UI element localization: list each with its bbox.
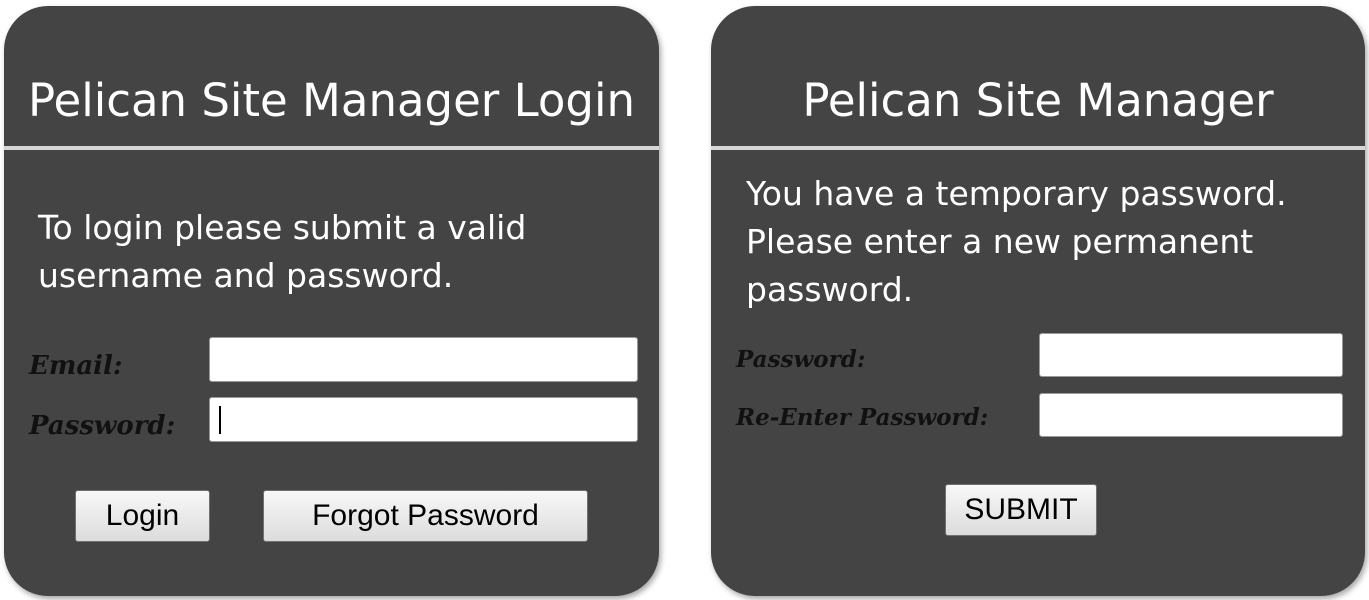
reenter-password-input[interactable]: [1039, 393, 1343, 437]
email-input[interactable]: [209, 337, 638, 382]
login-panel-divider: [4, 146, 659, 150]
email-label: Email:: [29, 351, 123, 381]
reenter-password-label: Re-Enter Password:: [736, 404, 989, 431]
login-button[interactable]: Login: [75, 490, 210, 542]
login-panel-title: Pelican Site Manager Login: [27, 74, 636, 127]
password-input[interactable]: [209, 397, 638, 442]
new-password-label: Password:: [736, 346, 866, 373]
reset-panel-title: Pelican Site Manager: [802, 74, 1274, 127]
login-instructions: To login please submit a valid username …: [38, 208, 527, 295]
forgot-password-button[interactable]: Forgot Password: [263, 490, 588, 542]
reset-password-panel: Pelican Site Manager You have a temporar…: [711, 6, 1365, 596]
screenshot-canvas: Pelican Site Manager Login To login plea…: [0, 0, 1369, 600]
reset-panel-divider: [711, 146, 1365, 150]
text-cursor: [219, 406, 221, 434]
temporary-password-message: You have a temporary password. Please en…: [746, 174, 1287, 309]
password-label: Password:: [29, 411, 176, 441]
login-panel: Pelican Site Manager Login To login plea…: [4, 6, 659, 596]
submit-button[interactable]: SUBMIT: [945, 484, 1097, 536]
new-password-input[interactable]: [1039, 333, 1343, 377]
